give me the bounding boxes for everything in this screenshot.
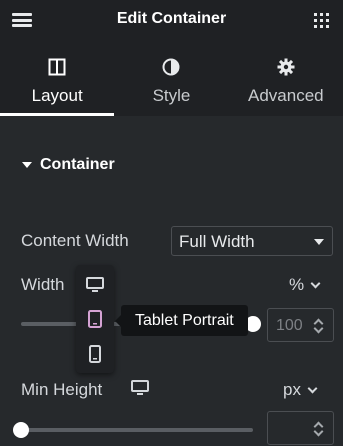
min-height-unit: px — [283, 380, 301, 399]
width-unit-selector[interactable]: % — [289, 275, 321, 295]
min-height-number-input[interactable] — [267, 411, 334, 445]
device-desktop-button[interactable] — [76, 267, 114, 303]
caret-down-icon — [22, 162, 32, 168]
width-number-input[interactable]: 100 — [267, 308, 334, 342]
min-height-slider-track[interactable] — [21, 428, 253, 432]
caret-down-icon — [314, 239, 324, 245]
columns-icon — [0, 58, 114, 76]
half-circle-icon — [114, 58, 228, 76]
tablet-icon — [88, 310, 102, 328]
width-label: Width — [21, 275, 65, 294]
device-tooltip: Tablet Portrait — [115, 305, 248, 336]
device-mobile-button[interactable] — [76, 336, 114, 372]
min-height-label: Min Height — [21, 380, 103, 399]
monitor-icon — [86, 277, 104, 292]
tab-advanced[interactable]: Advanced — [229, 40, 343, 116]
chevron-down-icon — [310, 278, 321, 288]
monitor-icon[interactable] — [131, 380, 149, 401]
device-switcher-popover — [76, 265, 114, 373]
tab-label: Layout — [31, 86, 83, 105]
content-width-select[interactable]: Full Width — [171, 226, 333, 256]
mobile-icon — [89, 345, 101, 363]
panel-title: Edit Container — [116, 10, 227, 27]
panel-header: Edit Container — [0, 0, 343, 40]
width-unit: % — [289, 275, 305, 294]
tab-layout[interactable]: Layout — [0, 40, 115, 116]
content-width-value: Full Width — [179, 232, 255, 251]
chevron-down-icon — [307, 383, 318, 393]
min-height-unit-selector[interactable]: px — [283, 380, 318, 400]
section-toggle-container[interactable]: Container — [22, 156, 115, 174]
tab-style[interactable]: Style — [114, 40, 228, 116]
tab-label: Advanced — [248, 86, 324, 105]
gear-icon — [229, 58, 343, 76]
spinner-icon[interactable] — [313, 317, 325, 335]
content-width-label: Content Width — [21, 231, 129, 250]
device-tablet-button[interactable] — [76, 301, 114, 337]
tab-label: Style — [152, 86, 191, 105]
tab-bar: Layout Style Advanced — [0, 40, 343, 116]
section-title: Container — [40, 156, 115, 173]
width-value: 100 — [276, 317, 303, 334]
spinner-icon[interactable] — [313, 420, 325, 438]
grid-icon[interactable] — [314, 13, 329, 28]
min-height-slider-handle[interactable] — [13, 422, 29, 438]
